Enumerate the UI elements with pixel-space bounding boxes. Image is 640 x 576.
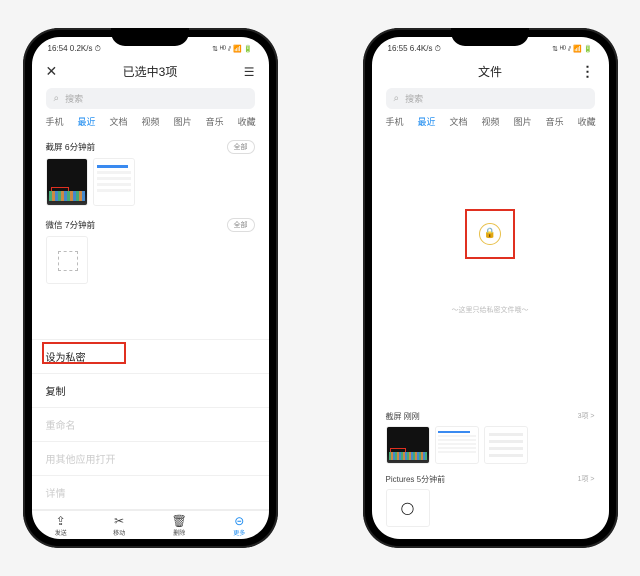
highlight-marker xyxy=(97,177,131,191)
status-indicators: ⇅ ᴴᴰ ⫽ 📶 🔋 xyxy=(212,45,252,54)
thumbnail[interactable]: ◯ xyxy=(386,489,430,527)
group-count[interactable]: 1项 > xyxy=(578,474,595,485)
toolbar-send[interactable]: ⇪发送 xyxy=(55,515,67,537)
tab-video[interactable]: 视频 xyxy=(142,115,160,128)
search-input[interactable]: ⌕ 搜索 xyxy=(46,88,255,109)
thumbnail[interactable] xyxy=(46,158,88,206)
tab-phone[interactable]: 手机 xyxy=(46,115,64,128)
tab-recent[interactable]: 最近 xyxy=(78,115,96,128)
tab-music[interactable]: 音乐 xyxy=(546,115,564,128)
thumbnail[interactable] xyxy=(386,426,430,464)
thumbnail[interactable] xyxy=(435,426,479,464)
section-title: 微信 7分钟前 xyxy=(46,219,96,231)
toolbar-more[interactable]: ⊝更多 xyxy=(233,515,245,537)
highlight-box xyxy=(42,342,126,364)
highlight-box xyxy=(465,209,515,259)
select-all-pill[interactable]: 全部 xyxy=(227,218,255,232)
menu-copy[interactable]: 复制 xyxy=(32,373,269,407)
tab-docs[interactable]: 文档 xyxy=(110,115,128,128)
status-time: 16:54 0.2K/s ⏱ xyxy=(48,44,101,54)
menu-details[interactable]: 详情 xyxy=(32,475,269,510)
share-icon: ⇪ xyxy=(56,515,66,527)
thumbnail[interactable] xyxy=(484,426,528,464)
phone-frame-right: 16:55 6.4K/s ⏱ ⇅ ᴴᴰ ⫽ 📶 🔋 文件 ⋮ ⌕ 搜索 手机 最… xyxy=(363,28,618,548)
section-screenshots: 截屏 6分钟前 全部 xyxy=(32,132,269,210)
search-icon: ⌕ xyxy=(54,93,60,104)
header-title: 已选中3项 xyxy=(64,63,237,80)
header: ✕ 已选中3项 ☰ xyxy=(32,59,269,88)
toolbar-delete[interactable]: 🗑删除 xyxy=(172,515,187,537)
screen-right: 16:55 6.4K/s ⏱ ⇅ ᴴᴰ ⫽ 📶 🔋 文件 ⋮ ⌕ 搜索 手机 最… xyxy=(372,37,609,539)
group-title: Pictures 5分钟前 xyxy=(386,474,446,485)
highlight-marker xyxy=(438,441,476,453)
tab-fav[interactable]: 收藏 xyxy=(578,115,596,128)
header: 文件 ⋮ xyxy=(372,59,609,88)
cut-icon: ✂ xyxy=(114,515,124,527)
toolbar-move[interactable]: ✂移动 xyxy=(113,515,125,537)
private-drop-area[interactable]: 🔒 ～这里只给私密文件哦～ xyxy=(372,132,609,405)
tab-docs[interactable]: 文档 xyxy=(450,115,468,128)
header-title: 文件 xyxy=(404,63,577,80)
highlight-marker xyxy=(51,187,69,195)
tab-music[interactable]: 音乐 xyxy=(206,115,224,128)
category-tabs: 手机 最近 文档 视频 图片 音乐 收藏 xyxy=(372,115,609,132)
tab-recent[interactable]: 最近 xyxy=(418,115,436,128)
menu-rename[interactable]: 重命名 xyxy=(32,407,269,441)
menu-open-with[interactable]: 用其他应用打开 xyxy=(32,441,269,475)
more-icon: ⊝ xyxy=(234,515,244,527)
thumbnail[interactable] xyxy=(46,236,88,284)
select-all-pill[interactable]: 全部 xyxy=(227,140,255,154)
search-placeholder: 搜索 xyxy=(405,92,423,105)
phone-frame-left: 16:54 0.2K/s ⏱ ⇅ ᴴᴰ ⫽ 📶 🔋 ✕ 已选中3项 ☰ ⌕ 搜索… xyxy=(23,28,278,548)
search-icon: ⌕ xyxy=(394,93,400,104)
bottom-toolbar: ⇪发送 ✂移动 🗑删除 ⊝更多 xyxy=(32,510,269,539)
filter-icon[interactable]: ☰ xyxy=(237,65,255,79)
group-title: 截屏 刚刚 xyxy=(386,411,420,422)
highlight-marker xyxy=(390,448,406,455)
tab-image[interactable]: 图片 xyxy=(514,115,532,128)
status-indicators: ⇅ ᴴᴰ ⫽ 📶 🔋 xyxy=(552,45,592,54)
group-count[interactable]: 3项 > xyxy=(578,411,595,422)
screen-left: 16:54 0.2K/s ⏱ ⇅ ᴴᴰ ⫽ 📶 🔋 ✕ 已选中3项 ☰ ⌕ 搜索… xyxy=(32,37,269,539)
section-wechat: 微信 7分钟前 全部 xyxy=(32,210,269,294)
tab-video[interactable]: 视频 xyxy=(482,115,500,128)
private-note: ～这里只给私密文件哦～ xyxy=(452,305,529,315)
category-tabs: 手机 最近 文档 视频 图片 音乐 收藏 xyxy=(32,115,269,132)
status-time: 16:55 6.4K/s ⏱ xyxy=(388,44,441,54)
action-sheet: 设为私密 复制 重命名 用其他应用打开 详情 xyxy=(32,339,269,510)
thumbnail[interactable] xyxy=(93,158,135,206)
search-placeholder: 搜索 xyxy=(65,92,83,105)
tab-fav[interactable]: 收藏 xyxy=(238,115,256,128)
tab-image[interactable]: 图片 xyxy=(174,115,192,128)
close-icon[interactable]: ✕ xyxy=(46,63,64,80)
trash-icon: 🗑 xyxy=(172,515,187,527)
section-title: 截屏 6分钟前 xyxy=(46,141,96,153)
notch xyxy=(111,28,189,46)
notch xyxy=(451,28,529,46)
tab-phone[interactable]: 手机 xyxy=(386,115,404,128)
more-icon[interactable]: ⋮ xyxy=(577,63,595,80)
group-pictures: Pictures 5分钟前 1项 > ◯ xyxy=(372,472,609,539)
search-input[interactable]: ⌕ 搜索 xyxy=(386,88,595,109)
group-screenshots: 截屏 刚刚 3项 > xyxy=(372,405,609,472)
